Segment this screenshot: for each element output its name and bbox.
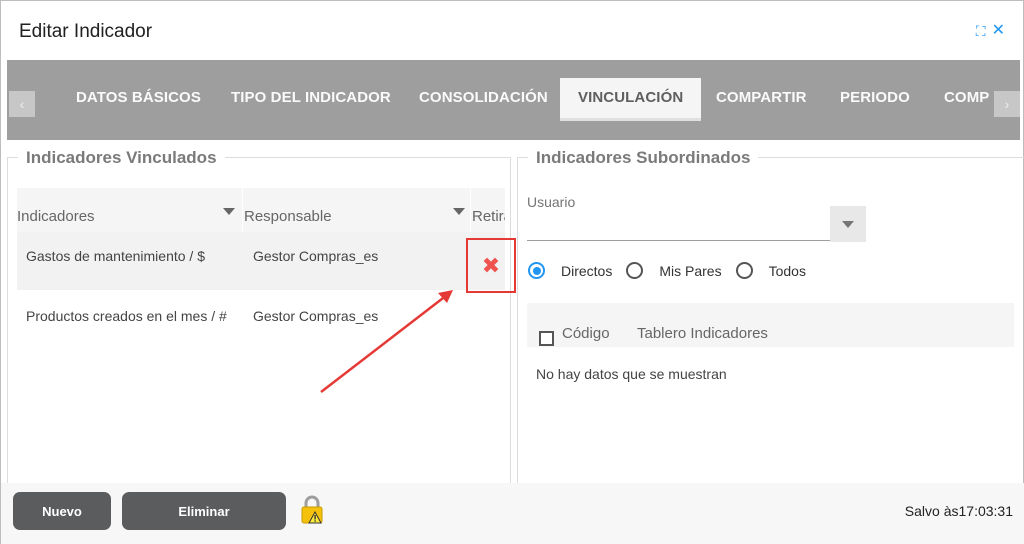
column-header-indicadores[interactable]: Indicadores	[17, 208, 95, 225]
empty-message: No hay datos que se muestran	[536, 366, 727, 382]
radio-directos-label[interactable]: Directos	[561, 263, 612, 279]
indicator-responsible: Gestor Compras_es	[253, 248, 379, 264]
indicator-name: Productos creados en el mes / #	[26, 308, 227, 324]
subordinate-grid-header: Código Tablero Indicadores	[527, 303, 1014, 347]
scope-radio-group: Directos Mis Pares Todos	[528, 262, 820, 279]
remove-x-icon: ✖	[481, 252, 501, 278]
dialog-footer: Nuevo Eliminar Salvo às17:03:31	[1, 483, 1024, 544]
tab-vinculacion[interactable]: VINCULACIÓN	[560, 78, 702, 121]
expand-icon[interactable]: ⛶	[976, 23, 986, 39]
linked-grid-header: Indicadores Responsable Retira	[17, 188, 505, 232]
tab-periodo[interactable]: PERIODO	[840, 89, 910, 106]
tab-comp[interactable]: COMP	[944, 89, 989, 106]
indicator-responsible: Gestor Compras_es	[253, 308, 379, 324]
linked-indicators-title: Indicadores Vinculados	[18, 148, 225, 168]
close-icon[interactable]: ✕	[992, 23, 1005, 39]
new-button[interactable]: Nuevo	[13, 492, 111, 530]
saved-status: Salvo às17:03:31	[904, 503, 1013, 519]
usuario-label: Usuario	[527, 194, 576, 210]
radio-mis-pares[interactable]	[626, 262, 644, 279]
usuario-select[interactable]	[527, 240, 830, 241]
chevron-down-icon	[842, 220, 854, 228]
subordinate-indicators-panel: Indicadores Subordinados Usuario Directo…	[517, 148, 1024, 487]
radio-directos[interactable]	[528, 262, 545, 279]
tab-consolidacion[interactable]: CONSOLIDACIÓN	[419, 89, 548, 106]
table-row[interactable]: Productos creados en el mes / # Gestor C…	[17, 292, 505, 350]
lock-warning-icon[interactable]	[300, 495, 324, 525]
dialog-title: Editar Indicador	[19, 21, 153, 42]
tab-list: DATOS BÁSICOS TIPO DEL INDICADOR CONSOLI…	[59, 60, 989, 140]
column-header-tablero[interactable]: Tablero Indicadores	[637, 325, 768, 342]
subordinate-indicators-title: Indicadores Subordinados	[528, 148, 759, 168]
indicator-name: Gastos de mantenimiento / $	[26, 248, 205, 264]
radio-todos[interactable]	[735, 262, 753, 279]
column-menu-indicadores-icon[interactable]	[223, 208, 235, 215]
edit-indicator-dialog: Editar Indicador ⛶ ✕ ‹ DATOS BÁSICOS TIP…	[0, 0, 1024, 544]
usuario-dropdown-button[interactable]	[830, 206, 866, 242]
table-row[interactable]: Gastos de mantenimiento / $ Gestor Compr…	[17, 232, 516, 293]
tab-tipo-del-indicador[interactable]: TIPO DEL INDICADOR	[231, 89, 391, 106]
column-separator	[242, 188, 243, 232]
tab-scroll-left-button[interactable]: ‹	[9, 91, 35, 117]
remove-link-button[interactable]: ✖	[466, 238, 516, 293]
tab-scroll-right-button[interactable]: ›	[994, 91, 1020, 117]
tab-compartir[interactable]: COMPARTIR	[716, 89, 807, 106]
select-all-checkbox[interactable]	[539, 331, 554, 346]
radio-mis-pares-label[interactable]: Mis Pares	[659, 263, 721, 279]
window-controls: ⛶ ✕	[976, 23, 1005, 40]
tab-datos-basicos[interactable]: DATOS BÁSICOS	[76, 89, 201, 106]
column-separator	[470, 188, 471, 232]
radio-todos-label[interactable]: Todos	[769, 263, 806, 279]
delete-button[interactable]: Eliminar	[122, 492, 286, 530]
column-menu-responsable-icon[interactable]	[453, 208, 465, 215]
column-header-retira[interactable]: Retira	[472, 208, 505, 225]
column-header-responsable[interactable]: Responsable	[244, 208, 332, 225]
linked-indicators-panel: Indicadores Vinculados Indicadores Respo…	[7, 148, 516, 487]
tab-bar: ‹ DATOS BÁSICOS TIPO DEL INDICADOR CONSO…	[7, 60, 1020, 140]
column-header-codigo[interactable]: Código	[562, 325, 610, 342]
